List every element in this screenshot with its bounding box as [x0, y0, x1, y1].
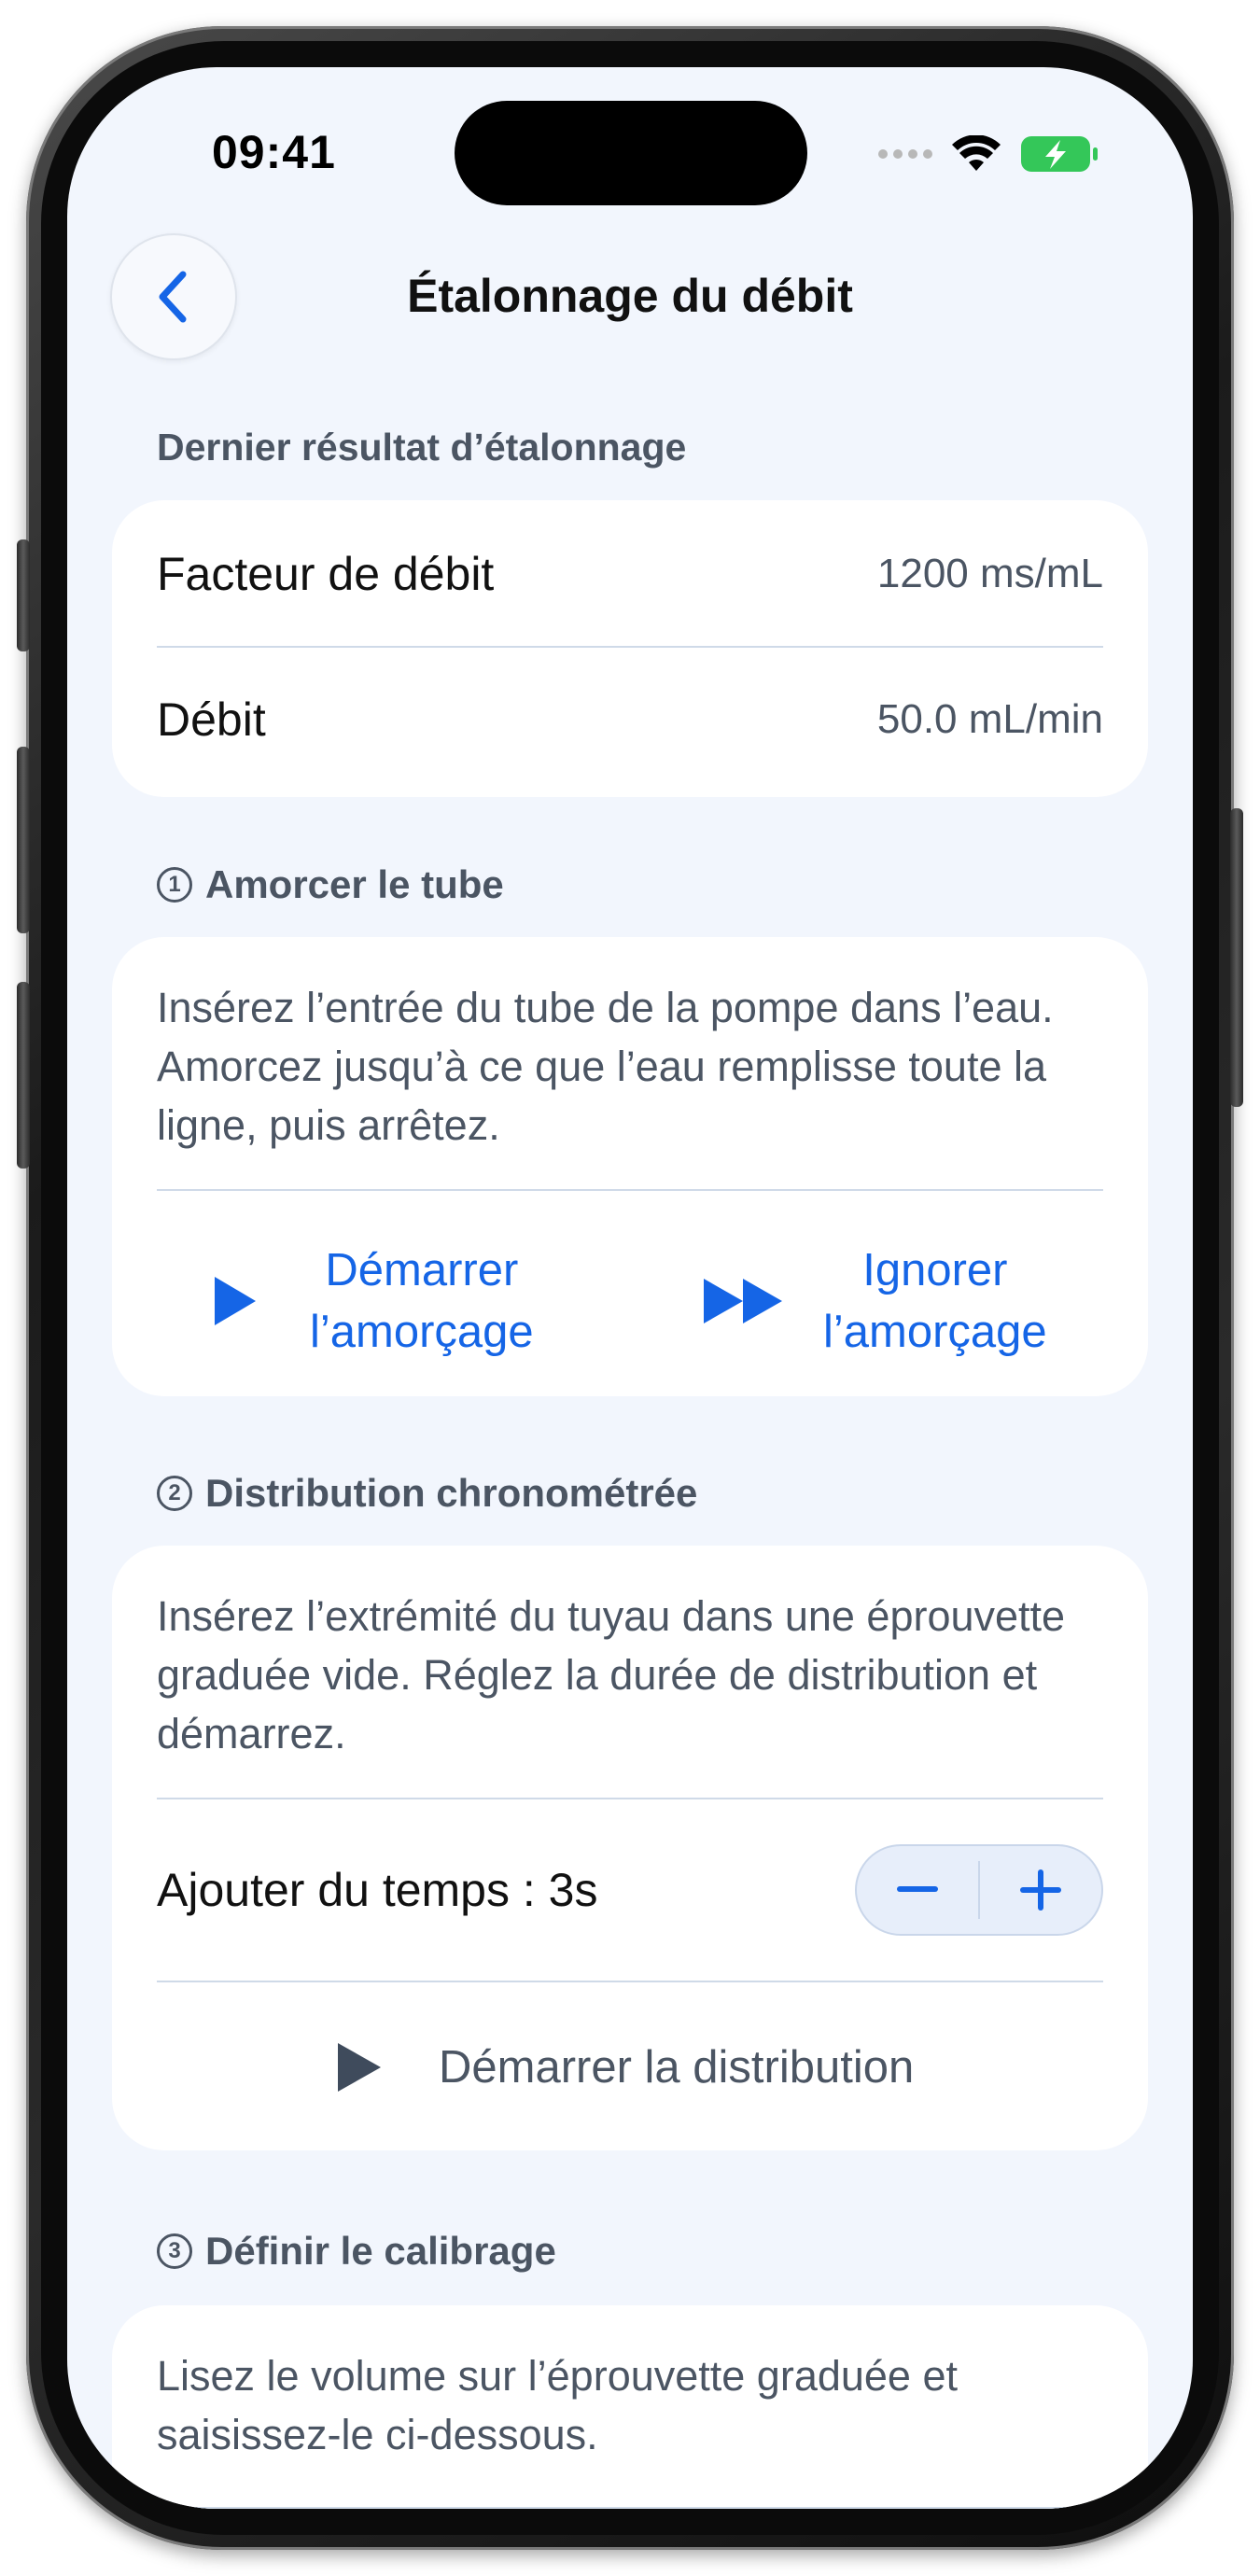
screen: 09:41 Étalonnage du débit Dernier résult… [67, 67, 1193, 2509]
start-priming-label: Démarrer l’amorçage [310, 1245, 534, 1357]
skip-priming-label: Ignorer l’amorçage [823, 1245, 1047, 1357]
status-time: 09:41 [212, 126, 336, 178]
volume-up-button [17, 747, 30, 933]
volume-down-button [17, 982, 30, 1169]
skip-priming-button[interactable]: Ignorer l’amorçage [702, 1239, 1047, 1363]
decrement-button[interactable] [857, 1846, 978, 1934]
power-button [1230, 808, 1243, 1107]
step3-title: Définir le calibrage [205, 2229, 556, 2273]
step1-title: Amorcer le tube [205, 862, 504, 906]
plus-icon [1020, 1869, 1061, 1911]
step2-number-badge: 2 [157, 1476, 192, 1511]
dynamic-island [455, 101, 807, 205]
step2-title: Distribution chronométrée [205, 1471, 698, 1515]
play-icon [215, 1277, 256, 1325]
fast-forward-icon [704, 1279, 782, 1323]
step1-header: 1 Amorcer le tube [157, 862, 504, 907]
flow-rate-label: Débit [157, 693, 266, 746]
step2-header: 2 Distribution chronométrée [157, 1471, 697, 1516]
divider [157, 2507, 1103, 2509]
last-result-header: Dernier résultat d’étalonnage [157, 426, 687, 469]
divider [157, 646, 1103, 648]
wifi-icon [952, 135, 1001, 171]
divider [157, 1189, 1103, 1191]
battery-charging-icon [1021, 136, 1098, 172]
last-result-card: Facteur de débit 1200 ms/mL Débit 50.0 m… [112, 500, 1148, 797]
time-stepper[interactable] [855, 1844, 1103, 1936]
add-time-row: Ajouter du temps : 3s [157, 1829, 597, 1951]
play-icon [338, 2043, 381, 2092]
step3-card: Lisez le volume sur l’éprouvette graduée… [112, 2305, 1148, 2509]
step2-card: Insérez l’extrémité du tuyau dans une ép… [112, 1546, 1148, 2150]
step1-card: Insérez l’entrée du tube de la pompe dan… [112, 937, 1148, 1396]
step1-description: Insérez l’entrée du tube de la pompe dan… [157, 984, 1054, 1149]
divider [157, 1981, 1103, 1982]
status-icons [877, 131, 1099, 177]
step3-description: Lisez le volume sur l’éprouvette graduée… [157, 2352, 958, 2458]
signal-icon [878, 149, 932, 159]
flow-rate-row: Débit 50.0 mL/min [157, 687, 1103, 752]
page-title: Étalonnage du débit [407, 270, 853, 322]
step2-description: Insérez l’extrémité du tuyau dans une ép… [157, 1592, 1066, 1757]
flow-factor-label: Facteur de débit [157, 548, 495, 600]
start-priming-button[interactable]: Démarrer l’amorçage [213, 1239, 534, 1363]
start-dispensing-label: Démarrer la distribution [439, 2042, 915, 2093]
flow-factor-row: Facteur de débit 1200 ms/mL [157, 541, 1103, 607]
flow-rate-value: 50.0 mL/min [876, 696, 1103, 742]
action-button [17, 539, 30, 651]
add-time-label: Ajouter du temps : 3s [157, 1864, 598, 1916]
increment-button[interactable] [980, 1846, 1101, 1934]
step3-number-badge: 3 [157, 2233, 192, 2269]
flow-factor-value: 1200 ms/mL [876, 551, 1103, 596]
start-dispensing-button[interactable]: Démarrer la distribution [336, 2037, 914, 2098]
divider [157, 1798, 1103, 1799]
step3-header: 3 Définir le calibrage [157, 2229, 556, 2274]
minus-icon [897, 1886, 938, 1892]
step1-number-badge: 1 [157, 867, 192, 903]
